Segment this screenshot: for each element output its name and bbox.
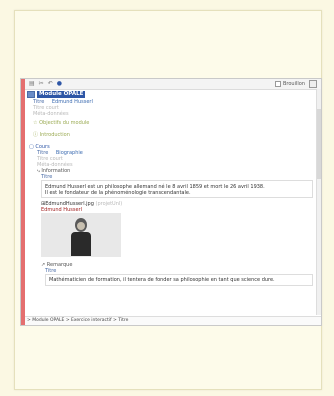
module-metadata[interactable]: Méta-données	[33, 111, 69, 117]
cut-icon[interactable]: ✂	[39, 79, 44, 89]
paragraph-box[interactable]: Edmund Husserl est un philosophe alleman…	[41, 180, 313, 198]
breadcrumb[interactable]: > Module OPALE > Exercice interactif > T…	[25, 316, 321, 325]
intro-icon: ⓘ	[33, 132, 40, 138]
editor-window: ▤ ✂ ↶ ● Brouillon Module OPALE Titre Edm…	[20, 78, 322, 326]
module-intro[interactable]: ⓘ Introduction	[33, 131, 70, 138]
intro-label: Introduction	[39, 132, 70, 138]
remark-text: Mathématicien de formation, il tentera d…	[49, 277, 275, 283]
remark-box[interactable]: Mathématicien de formation, il tentera d…	[45, 274, 313, 286]
module-badge[interactable]: Module OPALE	[37, 91, 86, 98]
toolbar: ▤ ✂ ↶ ● Brouillon	[25, 79, 321, 90]
module-icon	[27, 91, 35, 98]
module-header: Module OPALE	[27, 91, 86, 98]
undo-icon[interactable]: ↶	[48, 79, 53, 89]
portrait-figure	[71, 216, 91, 256]
help-icon[interactable]: ●	[57, 79, 62, 89]
paragraph-2: Il est le fondateur de la phénoménologie…	[45, 190, 191, 196]
menu-button[interactable]	[309, 80, 317, 88]
left-margin-bar	[21, 79, 25, 325]
portrait-image[interactable]	[41, 213, 121, 257]
objectives-label: Objectifs du module	[39, 120, 90, 126]
save-icon[interactable]: ▤	[29, 79, 35, 89]
image-suffix: (projetUnl)	[95, 201, 123, 207]
vertical-scrollbar[interactable]	[316, 89, 321, 315]
draft-label: Brouillon	[283, 81, 305, 87]
document-content: Module OPALE Titre Edmund Husserl Titre …	[27, 91, 315, 315]
scrollbar-thumb[interactable]	[317, 109, 321, 179]
module-objectives[interactable]: ☆ Objectifs du module	[33, 120, 89, 126]
draft-checkbox[interactable]	[275, 81, 281, 87]
